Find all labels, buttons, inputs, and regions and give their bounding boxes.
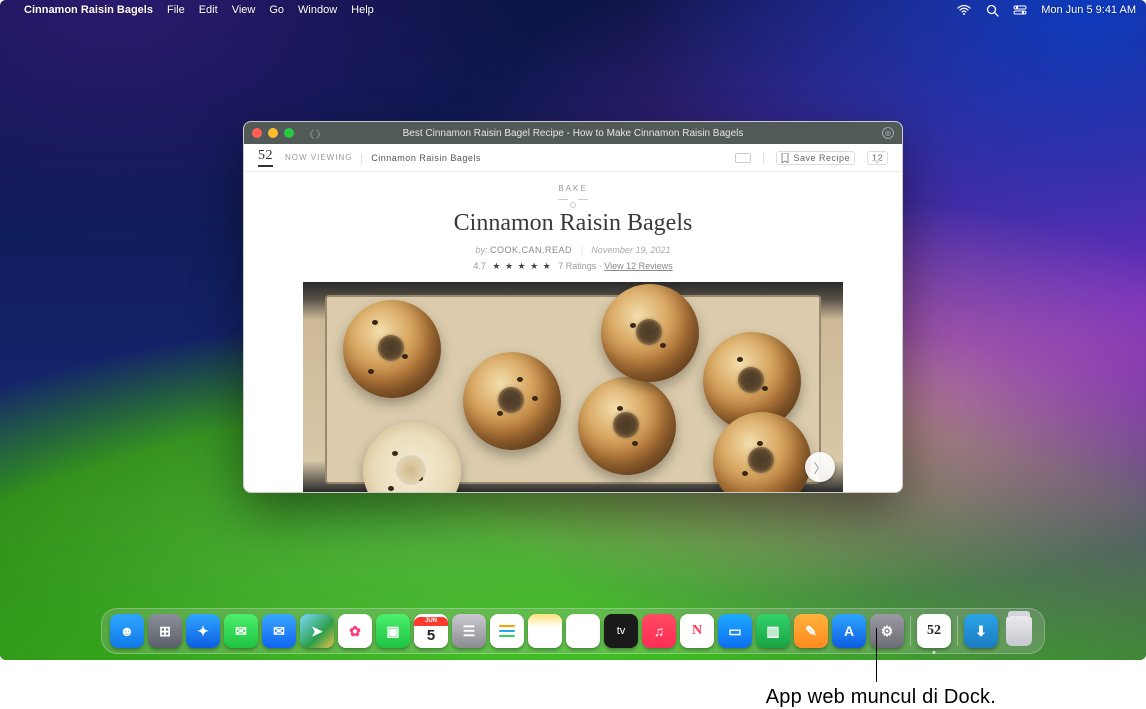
dock-notes[interactable]: ✎ bbox=[528, 614, 562, 648]
dock-safari[interactable]: ✦ bbox=[186, 614, 220, 648]
recipe-title: Cinnamon Raisin Bagels bbox=[262, 210, 884, 237]
dock-appstore[interactable]: A bbox=[832, 614, 866, 648]
menu-app-name[interactable]: Cinnamon Raisin Bagels bbox=[24, 4, 153, 16]
menu-edit[interactable]: Edit bbox=[199, 4, 218, 16]
window-titlebar[interactable]: 〈 〉 Best Cinnamon Raisin Bagel Recipe - … bbox=[244, 122, 902, 144]
category-divider-icon bbox=[558, 196, 588, 202]
recipe-category: BAKE bbox=[262, 184, 884, 193]
save-recipe-button[interactable]: Save Recipe bbox=[776, 151, 855, 165]
comments-button[interactable]: 12 bbox=[867, 151, 888, 165]
recipe-content: BAKE Cinnamon Raisin Bagels by: COOK.CAN… bbox=[244, 172, 902, 492]
menu-go[interactable]: Go bbox=[269, 4, 284, 16]
dock-messages[interactable]: ✉ bbox=[224, 614, 258, 648]
dock-facetime[interactable]: ▣ bbox=[376, 614, 410, 648]
recipe-byline: by: COOK.CAN.READ | November 19, 2021 bbox=[262, 245, 884, 255]
site-logo[interactable]: 52 bbox=[258, 148, 273, 167]
window-minimize-button[interactable] bbox=[268, 128, 278, 138]
dock-launchpad[interactable]: ⊞ bbox=[148, 614, 182, 648]
rating-stars-icon: ★ ★ ★ ★ ★ bbox=[492, 261, 551, 271]
dock-food52-webapp[interactable]: 52 bbox=[917, 614, 951, 648]
dock-finder[interactable]: ☻ bbox=[110, 614, 144, 648]
menu-view[interactable]: View bbox=[232, 4, 256, 16]
breadcrumb-recipe-name: Cinnamon Raisin Bagels bbox=[371, 153, 481, 163]
dock-trash[interactable] bbox=[1002, 616, 1036, 646]
wifi-icon[interactable] bbox=[957, 3, 971, 17]
dock-mail[interactable]: ✉ bbox=[262, 614, 296, 648]
menu-clock[interactable]: Mon Jun 5 9:41 AM bbox=[1041, 4, 1136, 16]
dock-maps[interactable]: ➤ bbox=[300, 614, 334, 648]
window-title: Best Cinnamon Raisin Bagel Recipe - How … bbox=[403, 128, 744, 139]
callout-leader-line bbox=[876, 628, 877, 682]
reviews-link[interactable]: View 12 Reviews bbox=[604, 261, 672, 271]
window-zoom-button[interactable] bbox=[284, 128, 294, 138]
menu-help[interactable]: Help bbox=[351, 4, 374, 16]
webapp-window: 〈 〉 Best Cinnamon Raisin Bagel Recipe - … bbox=[243, 121, 903, 493]
dock-reminders[interactable] bbox=[490, 614, 524, 648]
email-icon[interactable] bbox=[735, 153, 751, 163]
dock-keynote[interactable]: ▭ bbox=[718, 614, 752, 648]
dock-music[interactable]: ♫ bbox=[642, 614, 676, 648]
callout-text: App web muncul di Dock. bbox=[766, 686, 996, 709]
dock-divider bbox=[957, 616, 958, 646]
dock-downloads[interactable]: ⬇ bbox=[964, 614, 998, 648]
menu-file[interactable]: File bbox=[167, 4, 185, 16]
dock-freeform[interactable]: 〰 bbox=[566, 614, 600, 648]
now-viewing-label: NOW VIEWING bbox=[285, 153, 352, 162]
recipe-ratings: 4.7 ★ ★ ★ ★ ★ 7 Ratings · View 12 Review… bbox=[262, 261, 884, 272]
nav-back-button[interactable]: 〈 bbox=[304, 126, 314, 141]
rating-value: 4.7 bbox=[473, 261, 486, 271]
dock-pages[interactable]: ✎ bbox=[794, 614, 828, 648]
dock-tv[interactable]: tv bbox=[604, 614, 638, 648]
nav-forward-button[interactable]: 〉 bbox=[316, 126, 326, 141]
dock-calendar[interactable]: JUN5 bbox=[414, 614, 448, 648]
menu-window[interactable]: Window bbox=[298, 4, 337, 16]
page-subheader: 52 NOW VIEWING | Cinnamon Raisin Bagels … bbox=[244, 144, 902, 172]
control-center-icon[interactable] bbox=[1013, 3, 1027, 17]
dock: ☻⊞✦✉✉➤✿▣JUN5☰✎〰tv♫N▭▥✎A⚙ 52 ⬇ bbox=[101, 608, 1045, 654]
photo-next-button[interactable]: 〉 bbox=[805, 452, 835, 482]
dock-photos[interactable]: ✿ bbox=[338, 614, 372, 648]
bookmark-icon bbox=[781, 153, 789, 163]
dock-contacts[interactable]: ☰ bbox=[452, 614, 486, 648]
recipe-date: November 19, 2021 bbox=[591, 245, 670, 255]
dock-divider bbox=[910, 616, 911, 646]
window-close-button[interactable] bbox=[252, 128, 262, 138]
recipe-hero-image: 〉 bbox=[303, 282, 843, 492]
annotation: App web muncul di Dock. bbox=[0, 660, 1146, 705]
menu-bar: Cinnamon Raisin Bagels File Edit View Go… bbox=[0, 0, 1146, 20]
rating-count: 7 Ratings bbox=[558, 261, 596, 271]
macos-screen: Cinnamon Raisin Bagels File Edit View Go… bbox=[0, 0, 1146, 660]
extensions-icon[interactable]: ⊕ bbox=[882, 127, 894, 139]
dock-numbers[interactable]: ▥ bbox=[756, 614, 790, 648]
spotlight-icon[interactable] bbox=[985, 3, 999, 17]
dock-news[interactable]: N bbox=[680, 614, 714, 648]
recipe-author[interactable]: COOK.CAN.READ bbox=[490, 245, 572, 255]
